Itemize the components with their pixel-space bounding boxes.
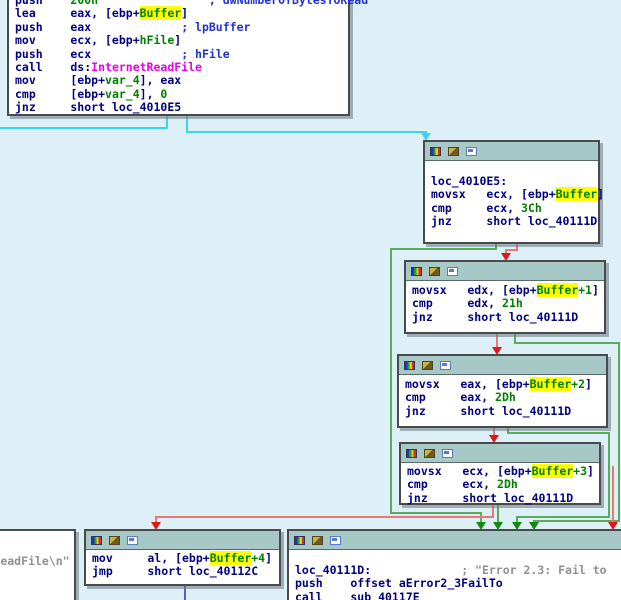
frame-icon[interactable] [447, 267, 458, 276]
edge-green-buffer1-taken [514, 342, 620, 344]
edge-green-buffer2-taken [507, 432, 610, 434]
code-line: push offset aError2_3FailTo [295, 577, 621, 590]
frame-icon[interactable] [330, 536, 341, 545]
code-line: movsx ecx, [ebp+Buffer+3] [407, 465, 599, 478]
block-check-buffer3[interactable]: movsx ecx, [ebp+Buffer+3]cmp ecx, 2Dhjnz… [399, 442, 601, 505]
block-loc-4010E5[interactable]: loc_4010E5:movsx ecx, [ebp+Buffer]cmp ec… [423, 140, 600, 244]
code-line: ReadFile\n" [0, 555, 74, 568]
graph-view[interactable]: push 200h ; dwNumberOfBytesToReadlea eax… [0, 0, 621, 600]
block-check-buffer3-titlebar [401, 444, 599, 463]
code-line: jnz short loc_40111D [412, 311, 604, 324]
frame-icon[interactable] [127, 536, 138, 545]
code-line: cmp ecx, 3Ch [431, 202, 598, 215]
code-line: jmp short loc_40112C [92, 565, 279, 578]
palette-icon[interactable] [294, 536, 305, 545]
code-line: movsx ecx, [ebp+Buffer] [431, 188, 598, 201]
code-line: movsx edx, [ebp+Buffer+1] [412, 284, 604, 297]
palette-icon[interactable] [430, 147, 441, 156]
block-internetreadfile[interactable]: push 200h ; dwNumberOfBytesToReadlea eax… [7, 0, 350, 116]
code-line: cmp edx, 21h [412, 297, 604, 310]
edge-blue-jmp-loc40112C [184, 586, 186, 600]
code-line: mov al, [ebp+Buffer+4] [92, 552, 279, 565]
code-line: call sub_40117E [295, 591, 621, 600]
frame-icon[interactable] [466, 147, 477, 156]
edge-cyan-left-exit [0, 127, 168, 129]
block-check-buffer2-code: movsx eax, [ebp+Buffer+2]cmp eax, 2Dhjnz… [399, 375, 606, 418]
block-loc-4010E5-titlebar [425, 142, 598, 161]
block-mov-al-titlebar [86, 531, 279, 550]
block-check-buffer1-titlebar [406, 262, 604, 281]
code-line: jnz short loc_40111D [407, 492, 599, 505]
code-line: movsx eax, [ebp+Buffer+2] [405, 378, 606, 391]
edge-red-right-into-error [612, 466, 614, 523]
block-loc-40111D-error[interactable]: loc_40111D: ; "Error 2.3: Fail topush of… [287, 529, 621, 600]
brush-icon[interactable] [424, 449, 435, 458]
code-line: push ecx ; hFile [15, 48, 348, 61]
block-loc-40111D-error-titlebar [289, 531, 621, 550]
edge-green-buffer3-taken [497, 505, 499, 523]
edge-red-buffer1-fallthrough [496, 334, 498, 348]
code-line: cmp ecx, 2Dh [407, 478, 599, 491]
code-line: cmp [ebp+var_4], 0 [15, 88, 348, 101]
brush-icon[interactable] [109, 536, 120, 545]
palette-icon[interactable] [404, 361, 415, 370]
edge-green-loc4010E5-taken [390, 512, 482, 514]
edge-green-buffer2-taken [516, 516, 610, 518]
palette-icon[interactable] [406, 449, 417, 458]
block-check-buffer1[interactable]: movsx edx, [ebp+Buffer+1]cmp edx, 21hjnz… [404, 260, 606, 334]
block-mov-al-code: mov al, [ebp+Buffer+4]jmp short loc_4011… [86, 550, 279, 579]
edge-red-buffer3-fallthrough [155, 516, 494, 518]
block-partial-readfile-string[interactable]: ReadFile\n" [0, 529, 76, 600]
code-line: cmp eax, 2Dh [405, 391, 606, 404]
block-check-buffer2[interactable]: movsx eax, [ebp+Buffer+2]cmp eax, 2Dhjnz… [397, 354, 608, 428]
brush-icon[interactable] [312, 536, 323, 545]
brush-icon[interactable] [429, 267, 440, 276]
edge-green-buffer2-taken [608, 432, 610, 518]
code-line: jnz short loc_40111D [431, 215, 598, 228]
code-line: mov [ebp+var_4], eax [15, 74, 348, 87]
block-check-buffer2-titlebar [399, 356, 606, 375]
code-line: mov ecx, [ebp+hFile] [15, 34, 348, 47]
edge-green-loc4010E5-taken [390, 248, 392, 514]
frame-icon[interactable] [440, 361, 451, 370]
code-line: jnz short loc_4010E5 [15, 101, 348, 114]
code-line: jnz short loc_40111D [405, 405, 606, 418]
brush-icon[interactable] [448, 147, 459, 156]
edge-cyan-to-loc4010E5 [186, 131, 427, 133]
edge-green-loc4010E5-taken [390, 248, 497, 250]
code-line: lea eax, [ebp+Buffer] [15, 7, 348, 20]
block-loc-4010E5-code: loc_4010E5:movsx ecx, [ebp+Buffer]cmp ec… [425, 161, 598, 229]
edge-green-buffer1-taken [618, 342, 620, 522]
code-line: loc_4010E5: [431, 175, 598, 188]
block-mov-al[interactable]: mov al, [ebp+Buffer+4]jmp short loc_4011… [84, 529, 281, 586]
palette-icon[interactable] [411, 267, 422, 276]
brush-icon[interactable] [422, 361, 433, 370]
code-line: push eax ; lpBuffer [15, 21, 348, 34]
block-loc-40111D-error-code: loc_40111D: ; "Error 2.3: Fail topush of… [289, 550, 621, 600]
block-check-buffer1-code: movsx edx, [ebp+Buffer+1]cmp edx, 21hjnz… [406, 281, 604, 324]
block-check-buffer3-code: movsx ecx, [ebp+Buffer+3]cmp ecx, 2Dhjnz… [401, 463, 599, 505]
block-internetreadfile-code: push 200h ; dwNumberOfBytesToReadlea eax… [9, 0, 348, 115]
block-partial-readfile-string-code: ReadFile\n" [0, 531, 74, 568]
edge-green-buffer1-taken [533, 520, 620, 522]
palette-icon[interactable] [91, 536, 102, 545]
code-line: loc_40111D: ; "Error 2.3: Fail to [295, 564, 621, 577]
frame-icon[interactable] [442, 449, 453, 458]
code-line: call ds:InternetReadFile [15, 61, 348, 74]
